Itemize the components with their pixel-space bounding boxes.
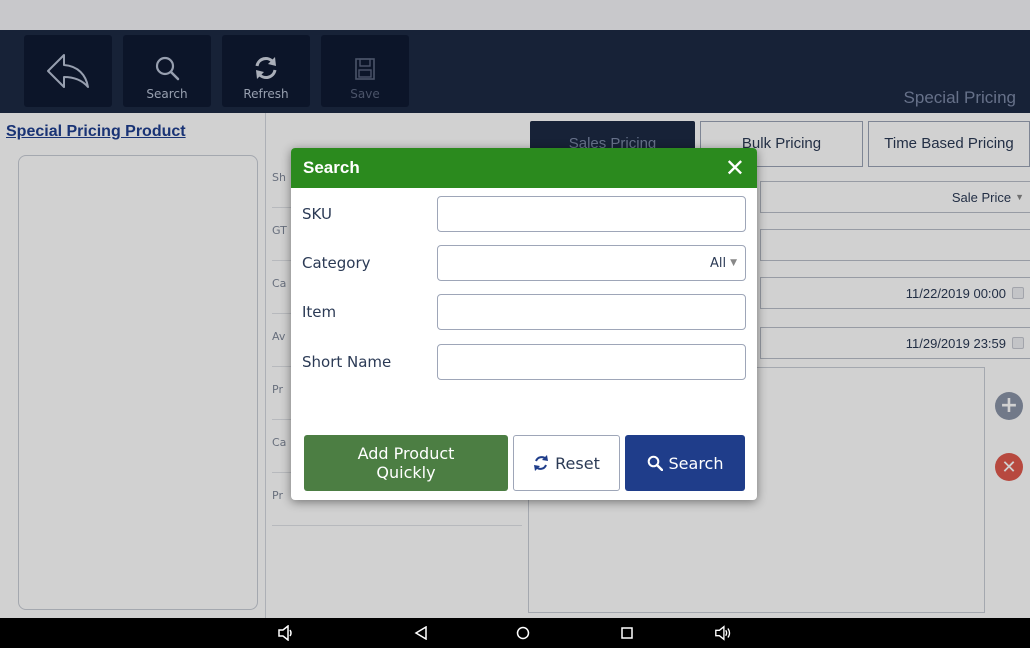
category-select[interactable]: All ▼ [437,245,746,281]
reset-label: Reset [555,453,600,473]
system-nav-bar [0,618,1030,648]
search-button-label: Search [668,453,724,473]
short-name-input[interactable] [437,344,746,380]
search-icon [647,455,663,471]
chevron-down-icon: ▼ [730,258,737,268]
sku-row: SKU [291,196,757,234]
short-name-row: Short Name [291,344,757,382]
search-dialog: Search ✕ SKU Category All ▼ Item Short N… [291,148,757,500]
sku-label: SKU [302,205,332,223]
reset-button[interactable]: Reset [513,435,620,491]
category-row: Category All ▼ [291,245,757,283]
add-product-quickly-label: Add Product Quickly [357,444,455,482]
volume-down-icon[interactable] [277,625,295,641]
dialog-title: Search [303,158,360,177]
home-nav-icon[interactable] [514,625,532,641]
recents-nav-icon[interactable] [618,625,636,641]
sku-input[interactable] [437,196,746,232]
short-name-label: Short Name [302,353,392,371]
search-button[interactable]: Search [625,435,745,491]
dialog-header: Search ✕ [291,148,757,188]
category-value: All [709,255,727,271]
item-label: Item [302,303,337,321]
item-input[interactable] [437,294,746,330]
volume-up-icon[interactable] [714,625,732,641]
close-icon[interactable]: ✕ [725,156,745,180]
status-bar [0,0,1030,30]
item-row: Item [291,294,757,332]
add-product-quickly-button[interactable]: Add Product Quickly [304,435,508,491]
reset-icon [533,454,549,472]
back-nav-icon[interactable] [412,625,430,641]
category-label: Category [302,254,371,272]
